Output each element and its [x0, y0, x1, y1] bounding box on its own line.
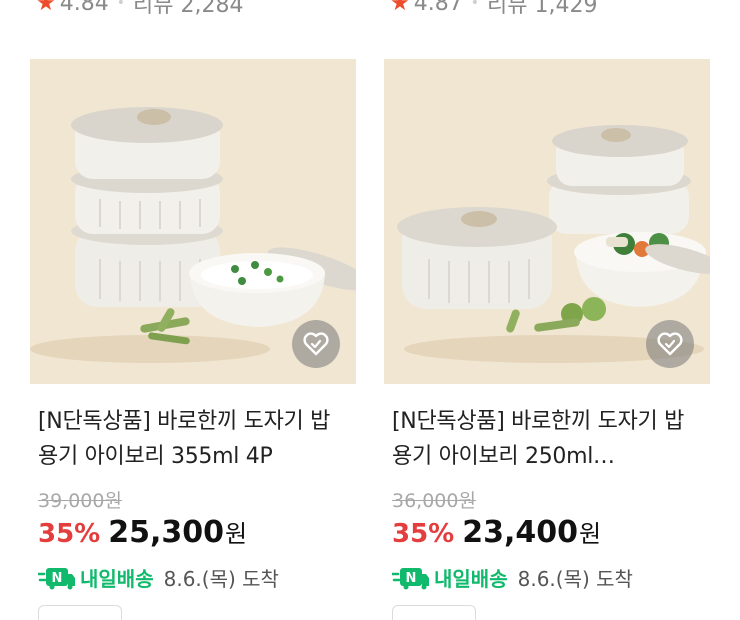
n-delivery-truck-icon: N [38, 566, 76, 590]
rating-value: 4.84 [59, 0, 109, 16]
svg-text:N: N [406, 571, 417, 586]
discount-rate: 35% [38, 519, 101, 549]
svg-text:N: N [52, 571, 63, 586]
rating-row: ★ 4.84 • 리뷰 2,284 [36, 0, 243, 18]
rating-row: ★ 4.87 • 리뷰 1,429 [390, 0, 597, 18]
delivery-label: 내일배송 [80, 567, 154, 591]
delivery-date: 8.6.(목) 도착 [163, 567, 279, 591]
original-price: 39,000원 [38, 490, 122, 512]
product-image[interactable] [30, 59, 356, 384]
product-title[interactable]: [N단독상품] 바로한끼 도자기 밥용기 아이보리 250ml… [392, 404, 702, 474]
delivery-info: N 내일배송 8.6.(목) 도착 [392, 563, 633, 592]
delivery-info: N 내일배송 8.6.(목) 도착 [38, 563, 279, 592]
product-title[interactable]: [N단독상품] 바로한끼 도자기 밥용기 아이보리 355ml 4P [38, 404, 348, 474]
n-delivery-truck-icon: N [392, 566, 430, 590]
heart-icon [657, 332, 683, 356]
heart-icon [303, 332, 329, 356]
option-tag [38, 605, 122, 620]
original-price: 36,000원 [392, 490, 476, 512]
rating-value: 4.87 [413, 0, 463, 16]
option-tag [392, 605, 476, 620]
discount-rate: 35% [392, 519, 455, 549]
product-image[interactable] [384, 59, 710, 384]
star-icon: ★ [36, 0, 56, 16]
price-row: 35% 25,300 원 [38, 514, 247, 550]
star-icon: ★ [390, 0, 410, 16]
separator-dot: • [470, 0, 479, 11]
currency-unit: 원 [225, 520, 248, 548]
sale-price: 25,300 [108, 515, 225, 550]
delivery-label: 내일배송 [434, 567, 508, 591]
delivery-date: 8.6.(목) 도착 [517, 567, 633, 591]
wishlist-button[interactable] [646, 320, 694, 368]
wishlist-button[interactable] [292, 320, 340, 368]
sale-price: 23,400 [462, 515, 579, 550]
price-row: 35% 23,400 원 [392, 514, 601, 550]
separator-dot: • [116, 0, 125, 11]
review-count: 리뷰 2,284 [132, 0, 244, 18]
currency-unit: 원 [579, 520, 602, 548]
review-count: 리뷰 1,429 [486, 0, 598, 18]
